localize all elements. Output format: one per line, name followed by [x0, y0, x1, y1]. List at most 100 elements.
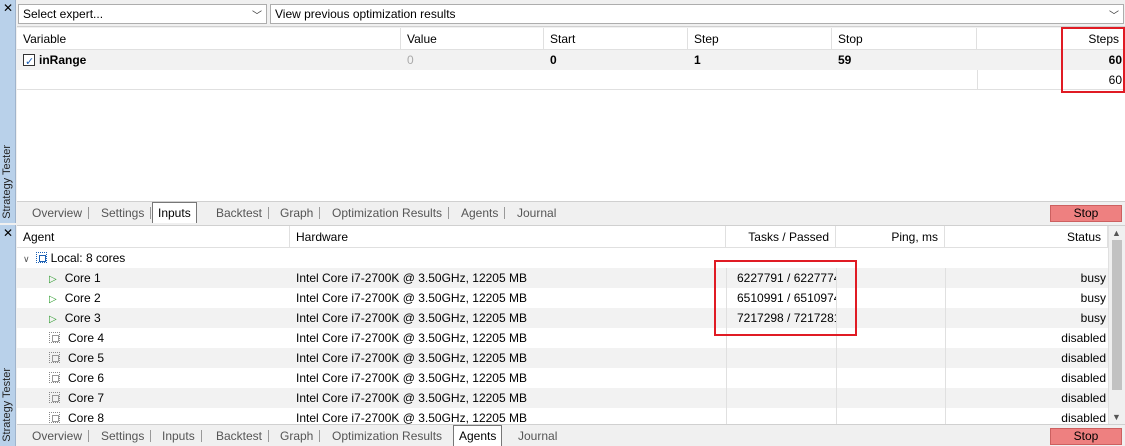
table-row[interactable]: inRange 0 0 1 59 60: [17, 50, 1125, 70]
table-row[interactable]: Core 4 Intel Core i7-2700K @ 3.50GHz, 122…: [17, 328, 1108, 348]
agent-cell: ▷ Core 2: [17, 288, 290, 308]
table-row[interactable]: Core 5 Intel Core i7-2700K @ 3.50GHz, 122…: [17, 348, 1108, 368]
tab-overview[interactable]: Overview: [27, 427, 90, 445]
play-icon: ▷: [49, 274, 57, 285]
checkbox[interactable]: [23, 52, 35, 70]
agent-cell: Core 5: [17, 348, 290, 368]
ping-cell: [836, 388, 945, 408]
inputs-pane: Variable Value Start Step Stop Steps inR…: [17, 27, 1125, 201]
col-start[interactable]: Start: [544, 28, 688, 50]
tab-backtest[interactable]: Backtest: [211, 427, 270, 445]
play-icon: ▷: [49, 294, 57, 305]
agent-name: Core 8: [68, 411, 105, 425]
hardware-cell: Intel Core i7-2700K @ 3.50GHz, 12205 MB: [296, 391, 527, 405]
tab-inputs[interactable]: Inputs: [157, 427, 202, 445]
tab-journal[interactable]: Journal: [512, 204, 561, 222]
sidebar-label: Strategy Tester: [1, 145, 13, 219]
tab-optimization-results[interactable]: Optimization Results: [327, 427, 447, 445]
tab-agents[interactable]: Agents: [456, 204, 506, 222]
variable-cell: inRange: [17, 50, 401, 70]
agent-cell: Core 4: [17, 328, 290, 348]
sidebar-label: Strategy Tester: [1, 368, 13, 442]
tab-bar-bottom: Overview Settings Inputs Backtest Graph …: [17, 424, 1125, 446]
close-icon[interactable]: ✕: [3, 227, 13, 239]
status-cell: disabled: [945, 388, 1108, 408]
stop-button[interactable]: Stop: [1050, 428, 1122, 445]
tab-agents[interactable]: Agents: [453, 425, 503, 446]
hardware-cell: Intel Core i7-2700K @ 3.50GHz, 12205 MB: [296, 351, 527, 365]
hardware-cell: Intel Core i7-2700K @ 3.50GHz, 12205 MB: [296, 271, 527, 285]
hardware-cell: Intel Core i7-2700K @ 3.50GHz, 12205 MB: [296, 331, 527, 345]
tab-graph[interactable]: Graph: [275, 427, 321, 445]
col-value[interactable]: Value: [401, 28, 544, 50]
col-tasks[interactable]: Tasks / Passed: [726, 226, 836, 248]
stop-button[interactable]: Stop: [1050, 205, 1122, 222]
table-row[interactable]: Core 7 Intel Core i7-2700K @ 3.50GHz, 122…: [17, 388, 1108, 408]
cpu-icon: [49, 372, 60, 383]
col-agent[interactable]: Agent: [17, 226, 290, 248]
total-row: 60: [17, 70, 1125, 90]
table-row[interactable]: ▷ Core 3 Intel Core i7-2700K @ 3.50GHz, 12…: [17, 308, 1108, 328]
chevron-down-icon: ﹀: [252, 11, 262, 22]
cpu-icon: [49, 352, 60, 363]
col-step[interactable]: Step: [688, 28, 832, 50]
agent-name: Core 5: [68, 351, 105, 365]
status-cell: disabled: [945, 348, 1108, 368]
value-cell[interactable]: 0: [401, 50, 544, 70]
chevron-down-icon[interactable]: ∨: [23, 254, 30, 264]
tasks-cell: [726, 348, 836, 368]
step-cell[interactable]: 1: [688, 50, 832, 70]
agent-cell: ▷ Core 3: [17, 308, 290, 328]
hardware-cell: Intel Core i7-2700K @ 3.50GHz, 12205 MB: [296, 311, 527, 325]
scrollbar[interactable]: ▲ ▼: [1108, 226, 1125, 424]
tab-settings[interactable]: Settings: [96, 204, 152, 222]
ping-cell: [836, 348, 945, 368]
agent-name: Core 6: [68, 371, 105, 385]
tab-bar-top: Overview Settings Inputs Backtest Graph …: [17, 201, 1125, 223]
tab-inputs[interactable]: Inputs: [152, 202, 197, 223]
col-variable[interactable]: Variable: [17, 28, 401, 50]
table-row[interactable]: ▷ Core 1 Intel Core i7-2700K @ 3.50GHz, 12…: [17, 268, 1108, 288]
variable-name: inRange: [39, 53, 87, 67]
sidebar-bottom: ✕ Strategy Tester: [0, 225, 16, 446]
status-cell: busy: [945, 288, 1108, 308]
scroll-down-icon[interactable]: ▼: [1112, 412, 1121, 422]
agent-group[interactable]: ∨ Local: 8 cores: [17, 248, 1108, 268]
agent-cell: ▷ Core 1: [17, 268, 290, 288]
col-stop[interactable]: Stop: [832, 28, 977, 50]
col-ping[interactable]: Ping, ms: [836, 226, 945, 248]
toolbar: Select expert... ﹀ View previous optimiz…: [17, 0, 1125, 27]
tab-overview[interactable]: Overview: [27, 204, 90, 222]
expert-select-value: Select expert...: [23, 7, 104, 21]
table-row[interactable]: ▷ Core 2 Intel Core i7-2700K @ 3.50GHz, 12…: [17, 288, 1108, 308]
tasks-cell: [726, 368, 836, 388]
cpu-icon: [49, 412, 60, 423]
cpu-icon: [35, 252, 47, 263]
expert-select[interactable]: Select expert... ﹀: [18, 4, 267, 24]
tab-graph[interactable]: Graph: [275, 204, 321, 222]
tab-journal[interactable]: Journal: [513, 427, 562, 445]
cpu-icon: [49, 392, 60, 403]
stop-cell[interactable]: 59: [832, 50, 977, 70]
scroll-up-icon[interactable]: ▲: [1112, 228, 1121, 238]
scroll-thumb[interactable]: [1112, 240, 1122, 390]
agent-name: Core 3: [64, 311, 101, 325]
ping-cell: [836, 368, 945, 388]
agent-name: Core 2: [64, 291, 101, 305]
hardware-cell: Intel Core i7-2700K @ 3.50GHz, 12205 MB: [296, 371, 527, 385]
tab-settings[interactable]: Settings: [96, 427, 152, 445]
table-row[interactable]: Core 6 Intel Core i7-2700K @ 3.50GHz, 122…: [17, 368, 1108, 388]
tasks-cell: [726, 388, 836, 408]
close-icon[interactable]: ✕: [3, 2, 13, 14]
agent-name: Core 4: [68, 331, 105, 345]
tab-backtest[interactable]: Backtest: [211, 204, 270, 222]
status-cell: busy: [945, 308, 1108, 328]
col-hardware[interactable]: Hardware: [290, 226, 726, 248]
start-cell[interactable]: 0: [544, 50, 688, 70]
results-select[interactable]: View previous optimization results ﹀: [270, 4, 1124, 24]
status-cell: disabled: [945, 328, 1108, 348]
tab-optimization-results[interactable]: Optimization Results: [327, 204, 450, 222]
inputs-header: Variable Value Start Step Stop Steps: [17, 28, 1125, 50]
cpu-icon: [49, 332, 60, 343]
col-status[interactable]: Status: [945, 226, 1108, 248]
